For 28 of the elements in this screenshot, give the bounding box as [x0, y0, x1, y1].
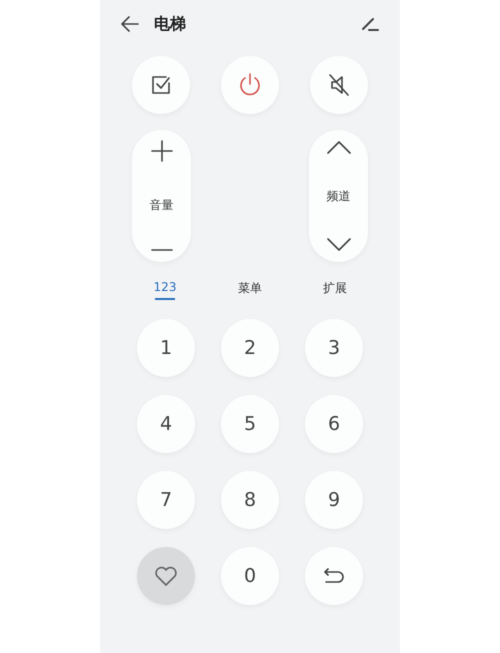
- checkbox-icon: [150, 74, 172, 96]
- digit-key[interactable]: 1: [137, 319, 195, 377]
- digit-key[interactable]: 6: [305, 395, 363, 453]
- tab[interactable]: 123: [135, 278, 195, 303]
- chevron-down-icon[interactable]: [326, 238, 350, 252]
- rocker-label: 音量: [150, 196, 174, 214]
- edit-button[interactable]: [361, 16, 379, 32]
- page-title: 电梯: [154, 14, 187, 34]
- back-button[interactable]: [121, 16, 139, 32]
- plus-icon[interactable]: [150, 140, 172, 162]
- digit-key[interactable]: 8: [221, 471, 279, 529]
- rocker-label: 频道: [326, 188, 350, 204]
- back-icon: [121, 16, 139, 32]
- return-icon: [323, 568, 345, 584]
- power-icon: [237, 72, 263, 98]
- heart-icon: [154, 565, 178, 587]
- minus-icon[interactable]: [150, 248, 172, 252]
- tab[interactable]: 扩展: [305, 278, 365, 303]
- digit-key[interactable]: 7: [137, 471, 195, 529]
- digit-key[interactable]: 3: [305, 319, 363, 377]
- digit-key[interactable]: 5: [221, 395, 279, 453]
- pen-icon: [361, 16, 379, 32]
- digit-key[interactable]: 4: [137, 395, 195, 453]
- tab[interactable]: 菜单: [220, 278, 280, 303]
- digit-key[interactable]: 2: [221, 319, 279, 377]
- digit-key[interactable]: 9: [305, 471, 363, 529]
- digit-key[interactable]: 0: [221, 547, 279, 605]
- chevron-up-icon[interactable]: [326, 140, 350, 154]
